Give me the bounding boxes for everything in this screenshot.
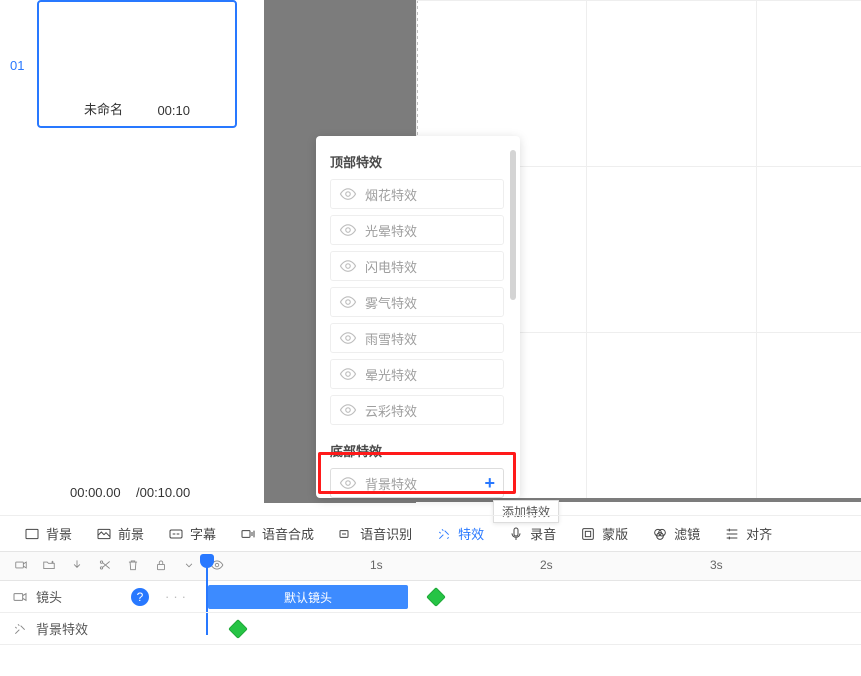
clip-name: 未命名 <box>84 99 123 118</box>
effect-item-glow[interactable]: 晕光特效 <box>330 359 504 389</box>
eye-icon <box>339 474 357 492</box>
arrow-down-icon[interactable] <box>70 558 84 575</box>
toolbar: 背景 前景 字幕 语音合成 语音识别 特效 录音 蒙版 滤镜 对齐 <box>0 515 861 551</box>
tab-label: 前景 <box>118 524 144 543</box>
effect-item-lightning[interactable]: 闪电特效 <box>330 251 504 281</box>
time-total: /00:10.00 <box>136 485 190 500</box>
tab-label: 特效 <box>458 524 484 543</box>
track-label: 镜头 <box>36 587 62 606</box>
ruler-tick: 2s <box>540 558 553 572</box>
tab-background[interactable]: 背景 <box>24 524 72 543</box>
eye-icon <box>339 365 357 383</box>
track-bgfx: 背景特效 <box>0 613 861 645</box>
help-icon[interactable]: ? <box>131 588 149 606</box>
tab-label: 字幕 <box>190 524 216 543</box>
effect-label: 雨雪特效 <box>365 329 417 348</box>
tab-label: 滤镜 <box>674 524 700 543</box>
track-dots[interactable]: ··· <box>165 589 190 604</box>
time-ruler[interactable]: 1s 2s 3s <box>200 552 861 580</box>
effect-item-background[interactable]: 背景特效 + <box>330 468 504 498</box>
ruler-tick: 3s <box>710 558 723 572</box>
clip-number: 01 <box>10 58 24 73</box>
tab-effects[interactable]: 特效 <box>436 524 484 543</box>
tab-mask[interactable]: 蒙版 <box>580 524 628 543</box>
scissors-icon[interactable] <box>98 558 112 575</box>
timeline-header: 1s 2s 3s <box>0 551 861 581</box>
eye-icon <box>339 293 357 311</box>
timeline-baseline <box>264 498 861 502</box>
tab-label: 背景 <box>46 524 72 543</box>
clip-duration: 00:10 <box>157 103 190 118</box>
tab-label: 语音识别 <box>360 524 412 543</box>
tab-foreground[interactable]: 前景 <box>96 524 144 543</box>
effect-label: 晕光特效 <box>365 365 417 384</box>
tab-tts[interactable]: 语音合成 <box>240 524 314 543</box>
tab-label: 蒙版 <box>602 524 628 543</box>
folder-add-icon[interactable] <box>42 558 56 575</box>
trash-icon[interactable] <box>126 558 140 575</box>
effect-label: 云彩特效 <box>365 401 417 420</box>
playhead[interactable] <box>200 551 214 581</box>
ruler-tick: 1s <box>370 558 383 572</box>
plus-icon[interactable]: + <box>484 473 495 494</box>
tab-label: 录音 <box>530 524 556 543</box>
tab-subtitle[interactable]: 字幕 <box>168 524 216 543</box>
track-label: 背景特效 <box>36 619 88 638</box>
eye-icon <box>339 401 357 419</box>
lock-icon[interactable] <box>154 558 168 575</box>
clip-card[interactable]: 未命名 00:10 <box>37 0 237 128</box>
effect-label: 闪电特效 <box>365 257 417 276</box>
panel-scrollbar[interactable] <box>510 150 516 300</box>
effect-label: 背景特效 <box>365 474 417 493</box>
sparkle-icon <box>12 621 28 637</box>
lens-clip[interactable]: 默认镜头 <box>208 585 408 609</box>
effect-item-clouds[interactable]: 云彩特效 <box>330 395 504 425</box>
eye-icon <box>339 257 357 275</box>
top-effects-heading: 顶部特效 <box>330 152 510 171</box>
tab-filter[interactable]: 滤镜 <box>652 524 700 543</box>
chevron-down-icon[interactable] <box>182 558 196 575</box>
tab-asr[interactable]: 语音识别 <box>338 524 412 543</box>
effect-item-fog[interactable]: 雾气特效 <box>330 287 504 317</box>
eye-icon <box>339 329 357 347</box>
tab-label: 语音合成 <box>262 524 314 543</box>
effect-item-halo[interactable]: 光晕特效 <box>330 215 504 245</box>
tab-label: 对齐 <box>746 524 772 543</box>
effect-label: 烟花特效 <box>365 185 417 204</box>
tab-record[interactable]: 录音 <box>508 524 556 543</box>
eye-icon <box>339 221 357 239</box>
effect-item-fireworks[interactable]: 烟花特效 <box>330 179 504 209</box>
effect-item-rain-snow[interactable]: 雨雪特效 <box>330 323 504 353</box>
effects-panel: 顶部特效 烟花特效 光晕特效 闪电特效 雾气特效 雨雪特效 晕光特效 云彩特效 … <box>316 136 520 498</box>
effect-label: 雾气特效 <box>365 293 417 312</box>
tab-align[interactable]: 对齐 <box>724 524 772 543</box>
time-current: 00:00.00 <box>70 485 121 500</box>
effect-label: 光晕特效 <box>365 221 417 240</box>
eye-icon <box>339 185 357 203</box>
camera-icon[interactable] <box>14 558 28 575</box>
bottom-effects-heading: 底部特效 <box>330 441 510 460</box>
camera-icon <box>12 589 28 605</box>
